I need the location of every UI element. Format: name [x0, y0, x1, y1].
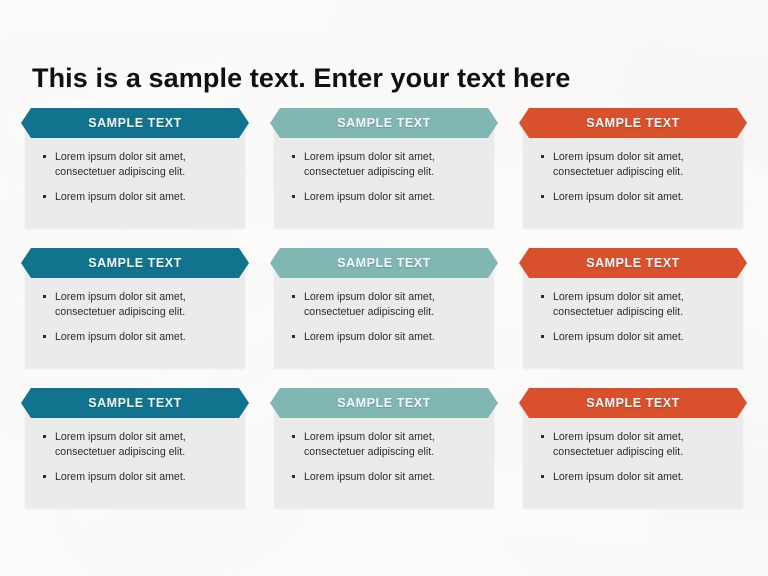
list-item: Lorem ipsum dolor sit amet, consectetuer…	[523, 150, 743, 179]
list-item: Lorem ipsum dolor sit amet.	[274, 330, 494, 345]
content-card[interactable]: SAMPLE TEXT Lorem ipsum dolor sit amet, c…	[21, 388, 249, 508]
card-banner-label: SAMPLE TEXT	[337, 396, 431, 410]
list-item: Lorem ipsum dolor sit amet, consectetuer…	[25, 430, 245, 459]
list-item: Lorem ipsum dolor sit amet.	[25, 470, 245, 485]
list-item: Lorem ipsum dolor sit amet, consectetuer…	[274, 430, 494, 459]
content-card[interactable]: SAMPLE TEXT Lorem ipsum dolor sit amet, c…	[519, 388, 747, 508]
card-row: SAMPLE TEXT Lorem ipsum dolor sit amet, c…	[0, 388, 768, 528]
card-banner[interactable]: SAMPLE TEXT	[519, 248, 747, 278]
list-item: Lorem ipsum dolor sit amet.	[523, 330, 743, 345]
list-item: Lorem ipsum dolor sit amet.	[523, 470, 743, 485]
content-card[interactable]: SAMPLE TEXT Lorem ipsum dolor sit amet, c…	[21, 248, 249, 368]
list-item: Lorem ipsum dolor sit amet.	[274, 470, 494, 485]
card-banner-label: SAMPLE TEXT	[337, 256, 431, 270]
list-item: Lorem ipsum dolor sit amet, consectetuer…	[274, 150, 494, 179]
card-banner-label: SAMPLE TEXT	[337, 116, 431, 130]
list-item: Lorem ipsum dolor sit amet.	[25, 190, 245, 205]
card-bullet-list: Lorem ipsum dolor sit amet, consectetuer…	[274, 290, 494, 345]
page-title: This is a sample text. Enter your text h…	[32, 63, 571, 94]
card-bullet-list: Lorem ipsum dolor sit amet, consectetuer…	[274, 150, 494, 205]
content-card[interactable]: SAMPLE TEXT Lorem ipsum dolor sit amet, c…	[270, 248, 498, 368]
content-card[interactable]: SAMPLE TEXT Lorem ipsum dolor sit amet, c…	[519, 108, 747, 228]
card-bullet-list: Lorem ipsum dolor sit amet, consectetuer…	[523, 150, 743, 205]
card-bullet-list: Lorem ipsum dolor sit amet, consectetuer…	[274, 430, 494, 485]
card-banner-label: SAMPLE TEXT	[586, 256, 680, 270]
card-banner-label: SAMPLE TEXT	[88, 256, 182, 270]
list-item: Lorem ipsum dolor sit amet, consectetuer…	[523, 430, 743, 459]
content-card[interactable]: SAMPLE TEXT Lorem ipsum dolor sit amet, c…	[270, 108, 498, 228]
card-banner[interactable]: SAMPLE TEXT	[519, 388, 747, 418]
card-grid: SAMPLE TEXT Lorem ipsum dolor sit amet, c…	[0, 108, 768, 528]
card-bullet-list: Lorem ipsum dolor sit amet, consectetuer…	[25, 430, 245, 485]
card-row: SAMPLE TEXT Lorem ipsum dolor sit amet, c…	[0, 108, 768, 248]
card-banner[interactable]: SAMPLE TEXT	[21, 248, 249, 278]
card-banner-label: SAMPLE TEXT	[88, 116, 182, 130]
card-bullet-list: Lorem ipsum dolor sit amet, consectetuer…	[25, 150, 245, 205]
card-banner[interactable]: SAMPLE TEXT	[519, 108, 747, 138]
slide-canvas: This is a sample text. Enter your text h…	[0, 0, 768, 576]
content-card[interactable]: SAMPLE TEXT Lorem ipsum dolor sit amet, c…	[270, 388, 498, 508]
card-bullet-list: Lorem ipsum dolor sit amet, consectetuer…	[523, 290, 743, 345]
card-row: SAMPLE TEXT Lorem ipsum dolor sit amet, c…	[0, 248, 768, 388]
list-item: Lorem ipsum dolor sit amet, consectetuer…	[25, 150, 245, 179]
card-banner[interactable]: SAMPLE TEXT	[21, 388, 249, 418]
content-card[interactable]: SAMPLE TEXT Lorem ipsum dolor sit amet, c…	[21, 108, 249, 228]
card-banner-label: SAMPLE TEXT	[586, 116, 680, 130]
card-bullet-list: Lorem ipsum dolor sit amet, consectetuer…	[25, 290, 245, 345]
list-item: Lorem ipsum dolor sit amet.	[274, 190, 494, 205]
list-item: Lorem ipsum dolor sit amet.	[25, 330, 245, 345]
list-item: Lorem ipsum dolor sit amet, consectetuer…	[523, 290, 743, 319]
card-bullet-list: Lorem ipsum dolor sit amet, consectetuer…	[523, 430, 743, 485]
card-banner[interactable]: SAMPLE TEXT	[270, 248, 498, 278]
list-item: Lorem ipsum dolor sit amet, consectetuer…	[274, 290, 494, 319]
content-card[interactable]: SAMPLE TEXT Lorem ipsum dolor sit amet, c…	[519, 248, 747, 368]
card-banner[interactable]: SAMPLE TEXT	[21, 108, 249, 138]
list-item: Lorem ipsum dolor sit amet.	[523, 190, 743, 205]
card-banner[interactable]: SAMPLE TEXT	[270, 388, 498, 418]
card-banner-label: SAMPLE TEXT	[586, 396, 680, 410]
list-item: Lorem ipsum dolor sit amet, consectetuer…	[25, 290, 245, 319]
card-banner-label: SAMPLE TEXT	[88, 396, 182, 410]
card-banner[interactable]: SAMPLE TEXT	[270, 108, 498, 138]
